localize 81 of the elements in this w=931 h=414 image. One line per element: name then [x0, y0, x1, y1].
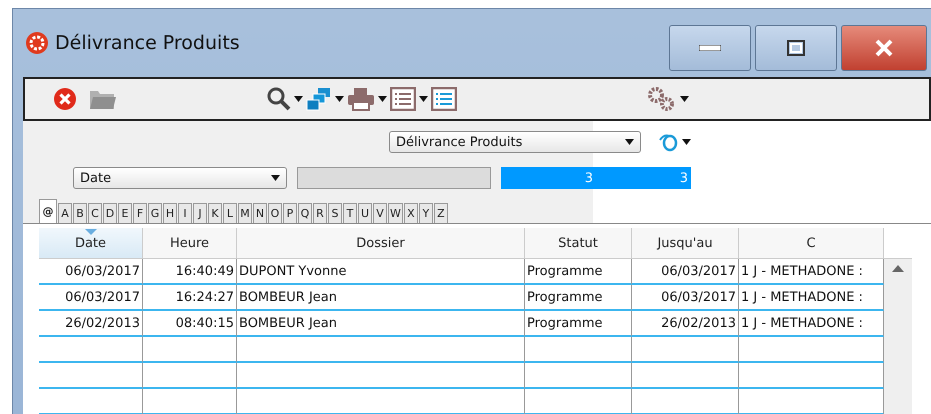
scroll-up-arrow-icon[interactable]	[892, 265, 904, 272]
search-field[interactable]	[297, 167, 491, 189]
gears-icon[interactable]	[647, 86, 677, 112]
table-cell: 16:24:27	[143, 285, 237, 311]
table-cell: BOMBEUR Jean	[237, 311, 525, 337]
search-dropdown-caret-icon[interactable]	[294, 96, 303, 102]
letter-tab[interactable]: @	[39, 199, 57, 223]
letter-tab[interactable]: K	[208, 203, 222, 223]
search-icon[interactable]	[267, 87, 291, 111]
column-header[interactable]: Statut	[525, 228, 632, 259]
list-icon[interactable]	[431, 87, 457, 111]
table-cell: Programme	[525, 311, 632, 337]
folder-icon[interactable]	[89, 88, 117, 110]
minimize-button[interactable]	[669, 25, 751, 71]
table-cell: 1 J - METHADONE :	[739, 311, 884, 337]
letter-tab[interactable]: X	[404, 203, 418, 223]
letter-tab[interactable]: E	[118, 203, 132, 223]
app-logo-icon	[25, 31, 49, 55]
table-cell: 06/03/2017	[632, 285, 739, 311]
table-cell: 08:40:15	[143, 311, 237, 337]
letter-tab[interactable]: T	[343, 203, 357, 223]
list-dropdown-caret-icon[interactable]	[419, 96, 428, 102]
close-button[interactable]	[841, 25, 927, 71]
maximize-icon	[787, 40, 805, 56]
letter-tab[interactable]: W	[388, 203, 403, 223]
letter-tab[interactable]: V	[373, 203, 387, 223]
letter-tab[interactable]: O	[268, 203, 282, 223]
pages-dropdown-caret-icon[interactable]	[335, 96, 344, 102]
settings-dropdown-caret-icon[interactable]	[680, 96, 689, 102]
table-cell: BOMBEUR Jean	[237, 285, 525, 311]
list-icon[interactable]	[390, 87, 416, 111]
table-cell: 06/03/2017	[39, 259, 143, 285]
letter-tab[interactable]: H	[163, 203, 177, 223]
table-cell: Programme	[525, 285, 632, 311]
window-title: Délivrance Produits	[55, 32, 241, 54]
letter-tab[interactable]: Y	[418, 203, 433, 223]
field-dropdown[interactable]: Date	[73, 167, 287, 189]
letter-tab[interactable]: J	[193, 203, 207, 223]
letter-tab[interactable]: C	[88, 203, 102, 223]
letter-tab[interactable]: D	[103, 203, 117, 223]
view-dropdown[interactable]: Délivrance Produits	[389, 131, 641, 153]
sort-indicator-icon	[84, 229, 96, 235]
letter-tab[interactable]: F	[133, 203, 147, 223]
letter-tab[interactable]: M	[238, 203, 252, 223]
column-header[interactable]: Jusqu'au	[632, 228, 739, 259]
maximize-button[interactable]	[755, 25, 837, 71]
letter-tab[interactable]: G	[148, 203, 162, 223]
table-cell: 26/02/2013	[39, 311, 143, 337]
dropdown-caret-icon[interactable]	[271, 175, 280, 181]
count-text: 3	[678, 170, 689, 186]
letter-tab[interactable]: Z	[434, 203, 448, 223]
letter-tab[interactable]: R	[313, 203, 327, 223]
count-text: 3	[584, 170, 594, 186]
letter-tab[interactable]: N	[253, 203, 267, 223]
letter-tab[interactable]: P	[283, 203, 297, 223]
table-cell: 06/03/2017	[39, 285, 143, 311]
letter-tab[interactable]: B	[73, 203, 87, 223]
minimize-icon	[699, 45, 721, 51]
dropdown-caret-icon[interactable]	[625, 139, 634, 145]
letter-tab[interactable]: Q	[298, 203, 312, 223]
table-cell: 26/02/2013	[632, 311, 739, 337]
letter-tab[interactable]: A	[58, 203, 72, 223]
table-cell: 16:40:49	[143, 259, 237, 285]
column-header[interactable]: C	[739, 228, 884, 259]
close-icon	[874, 39, 894, 57]
print-dropdown-caret-icon[interactable]	[378, 96, 387, 102]
letter-tab[interactable]: I	[178, 203, 192, 223]
letter-tab[interactable]: S	[328, 203, 342, 223]
table-cell: DUPONT Yvonne	[237, 259, 525, 285]
stacked-pages-icon[interactable]	[306, 87, 332, 111]
table-cell: 06/03/2017	[632, 259, 739, 285]
column-header[interactable]: Dossier	[237, 228, 525, 259]
swirl-dropdown-caret-icon[interactable]	[682, 139, 691, 145]
cancel-icon[interactable]	[53, 87, 77, 111]
column-header[interactable]: Date	[39, 228, 143, 259]
letter-tab[interactable]: U	[358, 203, 372, 223]
printer-icon[interactable]	[347, 87, 375, 111]
table-cell: Programme	[525, 259, 632, 285]
column-header[interactable]: Heure	[143, 228, 237, 259]
table-cell: 1 J - METHADONE :	[739, 285, 884, 311]
letter-tab[interactable]: L	[223, 203, 237, 223]
